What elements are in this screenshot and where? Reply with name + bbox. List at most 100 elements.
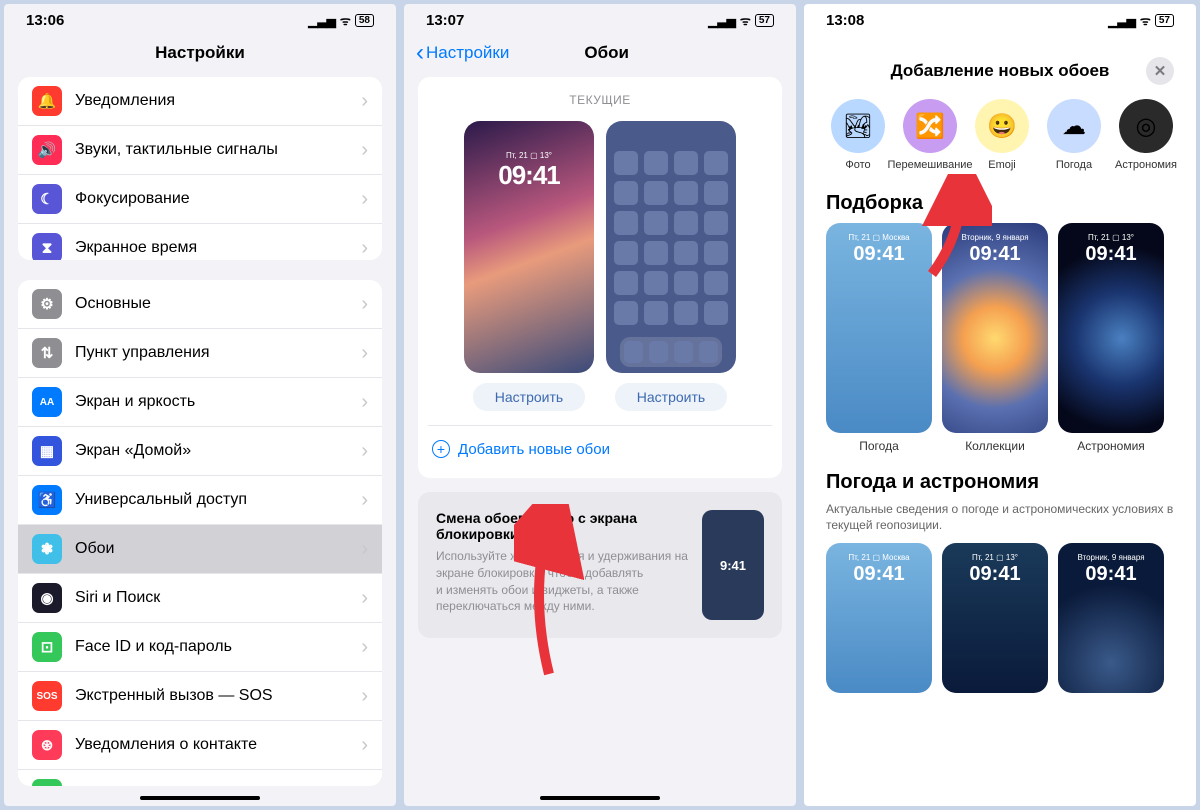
status-icons: ▁▃▅ ᯤ 57	[1108, 12, 1174, 29]
settings-row-экран-домой-[interactable]: ▦Экран «Домой»›	[18, 427, 382, 476]
category-Перемешивание[interactable]: 🔀Перемешивание	[898, 99, 962, 172]
wallpaper-thumb[interactable]: Пт, 21 ▢ Москва09:41	[826, 543, 932, 693]
section-podborka-thumbs[interactable]: Пт, 21 ▢ Москва09:41ПогодаВторник, 9 янв…	[812, 223, 1188, 461]
category-Погода[interactable]: ☁Погода	[1042, 99, 1106, 172]
wallpaper-thumb[interactable]: Пт, 21 ▢ Москва09:41Погода	[826, 223, 932, 453]
status-icons: ▁▃▅ ᯤ 58	[308, 12, 374, 29]
chevron-left-icon: ‹	[416, 39, 424, 67]
settings-row-звуки-тактильные-сигналы[interactable]: 🔊Звуки, тактильные сигналы›	[18, 126, 382, 175]
category-Фото[interactable]: 🏞 Фото	[826, 99, 890, 172]
wallpaper-thumb[interactable]: Вторник, 9 января09:41Коллекции	[942, 223, 1048, 453]
status-time: 13:07	[426, 12, 464, 29]
chevron-right-icon: ›	[361, 188, 368, 211]
home-screen-preview[interactable]	[606, 121, 736, 373]
phone-add-wallpaper: 13:08 ▁▃▅ ᯤ 57 Добавление новых обоев ✕ …	[804, 4, 1196, 806]
section-weather-thumbs[interactable]: Пт, 21 ▢ Москва09:41Пт, 21 ▢ 13°09:41Вто…	[812, 543, 1188, 701]
row-label: Обои	[75, 540, 361, 558]
settings-row-уведомления[interactable]: 🔔Уведомления›	[18, 77, 382, 126]
tip-thumbnail: 9:41	[702, 510, 764, 620]
moon-icon: ☾	[32, 184, 62, 214]
tip-thumb-time: 9:41	[720, 558, 746, 573]
tip-title: Смена обоев прямо с экрана блокировки	[436, 510, 688, 542]
status-time: 13:06	[26, 12, 64, 29]
thumb-time: 09:41	[942, 243, 1048, 266]
thumb-label: Коллекции	[965, 439, 1025, 453]
settings-row-пункт-управления[interactable]: ⇅Пункт управления›	[18, 329, 382, 378]
settings-row-фокусирование[interactable]: ☾ Фокусирование›	[18, 175, 382, 224]
settings-row-face-id-и-код-пароль[interactable]: ⊡Face ID и код-пароль›	[18, 623, 382, 672]
home-indicator[interactable]	[540, 796, 660, 800]
plus-circle-icon: +	[432, 440, 450, 458]
row-label: Основные	[75, 295, 361, 313]
row-label: Фокусирование	[75, 190, 361, 208]
dots-icon: ⊛	[32, 730, 62, 760]
category-Астрономия[interactable]: ◎ Астрономия	[1114, 99, 1178, 172]
chevron-right-icon: ›	[361, 342, 368, 365]
phone-settings: 13:06 ▁▃▅ ᯤ 58 Настройки 🔔Уведомления›🔊З…	[4, 4, 396, 806]
category-icon: ◎	[1119, 99, 1173, 153]
wallpaper-thumb[interactable]: Вторник, 9 января09:41	[1058, 543, 1164, 693]
wallpaper-thumb[interactable]: Пт, 21 ▢ 13°09:41Астрономия	[1058, 223, 1164, 453]
battery-level: 58	[355, 14, 374, 27]
speaker-icon: 🔊	[32, 135, 62, 165]
row-label: Универсальный доступ	[75, 491, 361, 509]
settings-group-2: ⚙Основные›⇅Пункт управления›AAЭкран и яр…	[18, 280, 382, 786]
close-icon: ✕	[1154, 62, 1167, 80]
thumb-date: Пт, 21 ▢ 13°	[942, 553, 1048, 562]
customize-home-button[interactable]: Настроить	[615, 383, 727, 411]
category-label: Фото	[845, 159, 870, 172]
settings-row-экран-и-яркость[interactable]: AAЭкран и яркость›	[18, 378, 382, 427]
tip-body: Используйте жест касания и удерживания н…	[436, 548, 688, 615]
settings-row-siri-и-поиск[interactable]: ◉Siri и Поиск›	[18, 574, 382, 623]
add-wallpaper-sheet: Добавление новых обоев ✕ 🏞Фото🔀Перемешив…	[812, 43, 1188, 806]
settings-row-аккумулятор[interactable]: ▮Аккумулятор›	[18, 770, 382, 786]
wallpaper-preview: Пт, 21 ▢ 13°09:41	[1058, 223, 1164, 433]
section-weather-subtitle: Актуальные сведения о погоде и астрономи…	[812, 502, 1188, 543]
add-wallpaper-label: Добавить новые обои	[458, 441, 610, 458]
lock-date: Пт, 21 ▢ 13°	[464, 151, 594, 160]
chevron-right-icon: ›	[361, 489, 368, 512]
settings-row-обои[interactable]: ❃Обои›	[18, 525, 382, 574]
thumb-time: 09:41	[942, 563, 1048, 586]
settings-row-экстренный-вызов-sos[interactable]: SOSЭкстренный вызов — SOS›	[18, 672, 382, 721]
category-row[interactable]: 🏞 Фото 🔀Перемешивание😀Emoji☁Погода◎ Астроно…	[812, 99, 1188, 182]
wifi-icon: ᯤ	[1140, 12, 1151, 29]
chevron-right-icon: ›	[361, 440, 368, 463]
row-label: Уведомления	[75, 92, 361, 110]
settings-row-основные[interactable]: ⚙Основные›	[18, 280, 382, 329]
thumb-date: Пт, 21 ▢ Москва	[826, 233, 932, 242]
section-weather-title: Погода и астрономия	[812, 461, 1188, 502]
home-indicator[interactable]	[140, 796, 260, 800]
status-bar: 13:08 ▁▃▅ ᯤ 57	[804, 4, 1196, 33]
close-button[interactable]: ✕	[1146, 57, 1174, 85]
category-label: Астрономия	[1115, 159, 1177, 172]
wallpaper-thumb[interactable]: Пт, 21 ▢ 13°09:41	[942, 543, 1048, 693]
lock-clock: 09:41	[464, 160, 594, 191]
settings-row-универсальный-доступ[interactable]: ♿Универсальный доступ›	[18, 476, 382, 525]
settings-row-экранное-время[interactable]: ⧗Экранное время›	[18, 224, 382, 260]
customize-lock-button[interactable]: Настроить	[473, 383, 585, 411]
chevron-right-icon: ›	[361, 587, 368, 610]
chevron-right-icon: ›	[361, 391, 368, 414]
thumb-time: 09:41	[826, 563, 932, 586]
status-bar: 13:07 ▁▃▅ ᯤ 57	[404, 4, 796, 33]
row-label: Экран и яркость	[75, 393, 361, 411]
lock-screen-preview[interactable]: Пт, 21 ▢ 13° 09:41	[464, 121, 594, 373]
category-Emoji[interactable]: 😀Emoji	[970, 99, 1034, 172]
faceid-icon: ⊡	[32, 632, 62, 662]
settings-group-1: 🔔Уведомления›🔊Звуки, тактильные сигналы›…	[18, 77, 382, 260]
chevron-right-icon: ›	[361, 90, 368, 113]
chevron-right-icon: ›	[361, 685, 368, 708]
chevron-right-icon: ›	[361, 538, 368, 561]
nav-bar: ‹ Настройки Обои	[404, 33, 796, 77]
add-wallpaper-button[interactable]: + Добавить новые обои	[428, 425, 772, 462]
current-label: ТЕКУЩИЕ	[428, 93, 772, 107]
thumb-time: 09:41	[1058, 243, 1164, 266]
category-icon: 🔀	[903, 99, 957, 153]
category-icon: ☁	[1047, 99, 1101, 153]
chevron-right-icon: ›	[361, 293, 368, 316]
battery-level: 57	[1155, 14, 1174, 27]
thumb-label: Погода	[859, 439, 899, 453]
category-icon: 🏞	[831, 99, 885, 153]
settings-row-уведомления-о-контакте[interactable]: ⊛Уведомления о контакте›	[18, 721, 382, 770]
